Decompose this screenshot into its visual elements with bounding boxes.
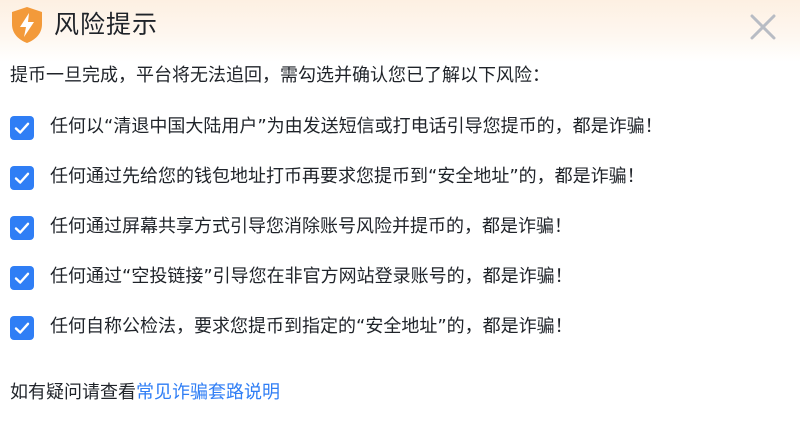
risk-checkbox-4[interactable] [10, 266, 34, 290]
scam-guide-link[interactable]: 常见诈骗套路说明 [136, 382, 280, 403]
risk-text: 任何通过屏幕共享方式引导您消除账号风险并提币的，都是诈骗！ [50, 216, 572, 237]
checkmark-icon [14, 122, 30, 134]
close-button[interactable] [748, 12, 778, 42]
risk-item: 任何通过先给您的钱包地址打币再要求您提币到“安全地址”的，都是诈骗！ [10, 162, 663, 212]
checkmark-icon [14, 272, 30, 284]
checkmark-icon [14, 222, 30, 234]
checkmark-icon [14, 322, 30, 334]
dialog-header: 风险提示 [0, 0, 800, 54]
risk-item: 任何通过屏幕共享方式引导您消除账号风险并提币的，都是诈骗！ [10, 212, 663, 262]
risk-checkbox-5[interactable] [10, 316, 34, 340]
lightning-shield-icon [10, 6, 44, 44]
risk-checkbox-1[interactable] [10, 116, 34, 140]
close-icon [750, 14, 776, 40]
intro-text: 提币一旦完成，平台将无法追回，需勾选并确认您已了解以下风险： [10, 65, 550, 86]
dialog-title: 风险提示 [54, 10, 159, 39]
risk-item: 任何自称公检法，要求您提币到指定的“安全地址”的，都是诈骗！ [10, 312, 663, 362]
risk-list: 任何以“清退中国大陆用户”为由发送短信或打电话引导您提币的，都是诈骗！ 任何通过… [10, 112, 663, 362]
risk-checkbox-2[interactable] [10, 166, 34, 190]
checkmark-icon [14, 172, 30, 184]
risk-text: 任何通过“空投链接”引导您在非官方网站登录账号的，都是诈骗！ [50, 266, 573, 287]
risk-text: 任何通过先给您的钱包地址打币再要求您提币到“安全地址”的，都是诈骗！ [50, 166, 645, 187]
risk-text: 任何自称公检法，要求您提币到指定的“安全地址”的，都是诈骗！ [50, 316, 573, 337]
risk-text: 任何以“清退中国大陆用户”为由发送短信或打电话引导您提币的，都是诈骗！ [50, 116, 663, 137]
risk-warning-dialog: 风险提示 提币一旦完成，平台将无法追回，需勾选并确认您已了解以下风险： 任何以“… [0, 0, 800, 430]
risk-item: 任何以“清退中国大陆用户”为由发送短信或打电话引导您提币的，都是诈骗！ [10, 112, 663, 162]
help-footer: 如有疑问请查看常见诈骗套路说明 [10, 379, 280, 407]
risk-item: 任何通过“空投链接”引导您在非官方网站登录账号的，都是诈骗！ [10, 262, 663, 312]
help-prefix-text: 如有疑问请查看 [10, 382, 136, 403]
risk-checkbox-3[interactable] [10, 216, 34, 240]
